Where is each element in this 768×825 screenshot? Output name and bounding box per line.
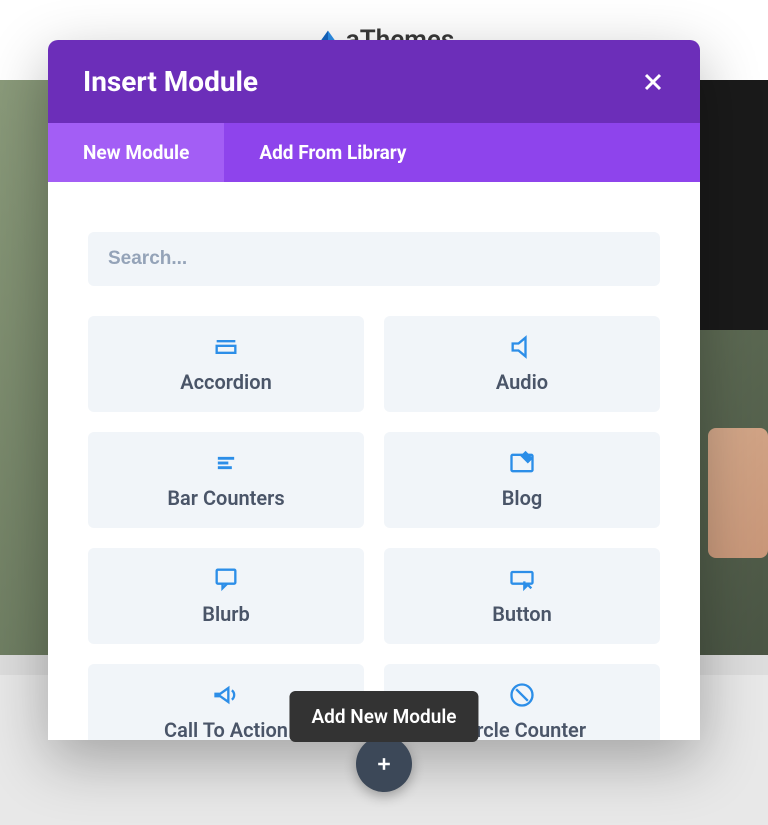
blurb-icon — [98, 564, 354, 594]
modal-tabs: New Module Add From Library — [48, 123, 700, 182]
module-label: Audio — [394, 370, 650, 394]
audio-icon — [394, 332, 650, 362]
module-label: Blog — [394, 486, 650, 510]
modal-title: Insert Module — [83, 65, 258, 98]
bar-counters-icon — [98, 448, 354, 478]
blog-icon — [394, 448, 650, 478]
plus-icon — [374, 754, 394, 774]
tab-new-module[interactable]: New Module — [48, 123, 224, 182]
module-blurb[interactable]: Blurb — [88, 548, 364, 644]
module-audio[interactable]: Audio — [384, 316, 660, 412]
button-icon — [394, 564, 650, 594]
close-button[interactable] — [641, 70, 665, 94]
module-grid: Accordion Audio — [88, 316, 660, 740]
add-module-fab[interactable] — [356, 736, 412, 792]
background-right-panel — [698, 80, 768, 330]
module-label: Accordion — [98, 370, 354, 394]
modal-body: Accordion Audio — [48, 182, 700, 740]
close-icon — [641, 70, 665, 94]
module-accordion[interactable]: Accordion — [88, 316, 364, 412]
background-avatar — [708, 428, 768, 558]
module-bar-counters[interactable]: Bar Counters — [88, 432, 364, 528]
tab-add-from-library[interactable]: Add From Library — [224, 123, 441, 182]
modal-header: Insert Module — [48, 40, 700, 123]
module-label: Blurb — [98, 602, 354, 626]
module-button[interactable]: Button — [384, 548, 660, 644]
module-label: Button — [394, 602, 650, 626]
accordion-icon — [98, 332, 354, 362]
module-label: Bar Counters — [98, 486, 354, 510]
add-module-tooltip: Add New Module — [289, 691, 478, 742]
module-blog[interactable]: Blog — [384, 432, 660, 528]
insert-module-modal: Insert Module New Module Add From Librar… — [48, 40, 700, 740]
search-input[interactable] — [88, 232, 660, 286]
